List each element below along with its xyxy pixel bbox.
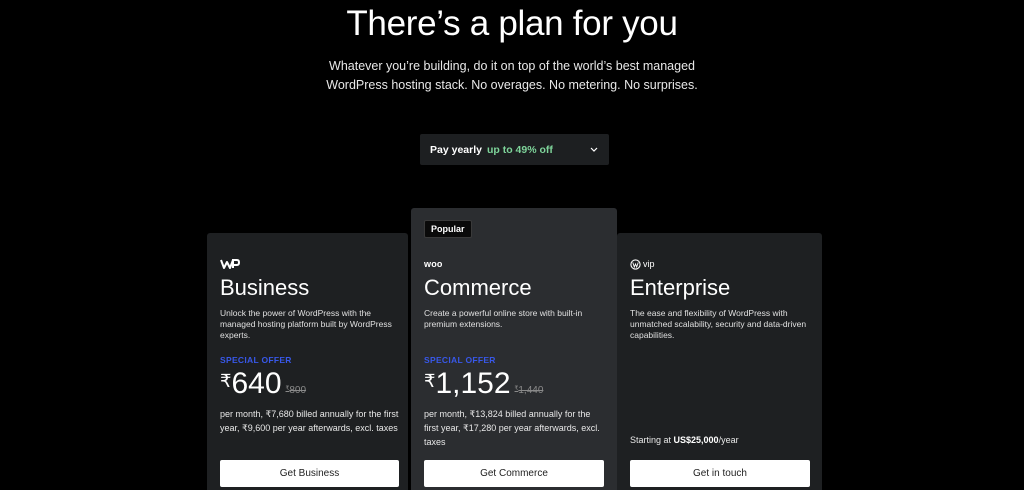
plan-description: Create a powerful online store with buil… — [424, 308, 583, 329]
original-price-value: 800 — [289, 385, 307, 396]
plan-card-business: Business Unlock the power of WordPress w… — [207, 233, 408, 490]
subtitle-line-1: Whatever you’re building, do it on top o… — [329, 59, 695, 73]
plan-name: Commerce — [424, 275, 532, 300]
special-offer-label: SPECIAL OFFER — [424, 355, 496, 365]
plan-card-enterprise: vip Enterprise The ease and flexibility … — [617, 233, 822, 490]
plan-card-commerce: Popular woo Commerce Create a powerful o… — [411, 208, 617, 490]
plan-name: Business — [220, 275, 310, 300]
plan-description: The ease and flexibility of WordPress wi… — [630, 308, 807, 340]
popular-badge: Popular — [424, 220, 472, 238]
pricing-page: There’s a plan for you Whatever you’re b… — [0, 0, 1024, 490]
price-value: 640 — [231, 367, 282, 400]
currency-symbol: ₹ — [424, 371, 436, 391]
original-price: ₹800 — [286, 385, 307, 396]
wp-logo-icon — [220, 258, 240, 270]
woo-logo-icon: woo — [424, 258, 443, 270]
price-row: ₹ 640 ₹800 — [220, 367, 306, 401]
page-subtitle: Whatever you’re building, do it on top o… — [312, 57, 712, 95]
original-price: ₹1,440 — [515, 385, 544, 396]
logo-text: vip — [643, 259, 655, 269]
chevron-down-icon — [589, 145, 599, 155]
page-title: There’s a plan for you — [346, 4, 678, 43]
billing-period-dropdown[interactable]: Pay yearly up to 49% off — [420, 134, 609, 165]
starting-suffix: /year — [718, 435, 739, 445]
billing-note: per month, ₹7,680 billed annually for th… — [220, 409, 399, 433]
billing-note: per month, ₹13,824 billed annually for t… — [424, 409, 600, 447]
billing-period-label: Pay yearly — [430, 143, 482, 156]
starting-price: Starting at US$25,000/year — [630, 435, 739, 445]
get-commerce-button[interactable]: Get Commerce — [424, 460, 604, 487]
plan-name: Enterprise — [630, 275, 731, 300]
get-business-button[interactable]: Get Business — [220, 460, 399, 487]
subtitle-line-2: WordPress hosting stack. No overages. No… — [326, 78, 698, 92]
price-value: 1,152 — [435, 367, 511, 400]
currency-symbol: ₹ — [220, 371, 232, 391]
wordpress-vip-logo-icon: vip — [630, 258, 655, 270]
starting-prefix: Starting at — [630, 435, 674, 445]
starting-price-value: US$25,000 — [673, 435, 719, 445]
get-in-touch-button[interactable]: Get in touch — [630, 460, 810, 487]
price-row: ₹ 1,152 ₹1,440 — [424, 367, 543, 401]
original-price-value: 1,440 — [518, 385, 544, 396]
special-offer-label: SPECIAL OFFER — [220, 355, 292, 365]
plan-description: Unlock the power of WordPress with the m… — [220, 308, 392, 340]
billing-discount-label: up to 49% off — [486, 143, 553, 156]
logo-text: woo — [424, 259, 443, 269]
